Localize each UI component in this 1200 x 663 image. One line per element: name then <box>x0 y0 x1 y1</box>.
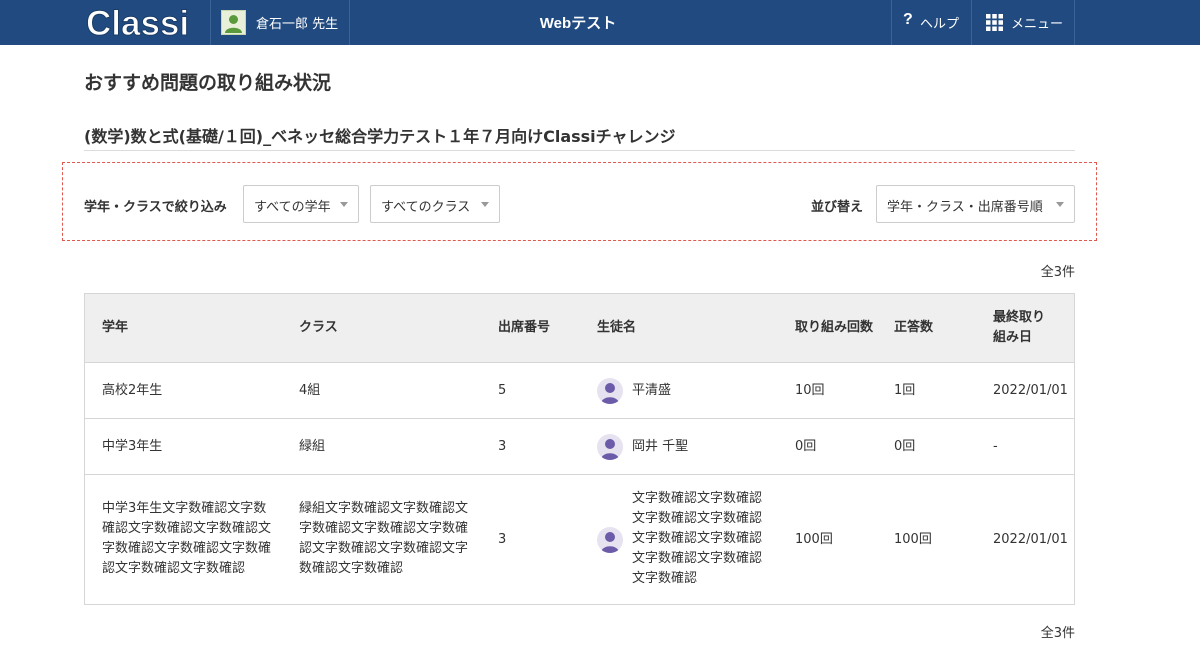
help-button[interactable]: ? ヘルプ <box>891 0 971 45</box>
th-correct: 正答数 <box>894 320 934 335</box>
class-select-value: すべてのクラス <box>381 200 471 215</box>
cell-correct: 1回 <box>894 383 916 398</box>
cell-class: 4組 <box>299 383 321 398</box>
cell-correct: 0回 <box>894 439 916 454</box>
cell-class-line: 字数確認文字数確認文字数確 <box>299 521 469 536</box>
help-label: ヘルプ <box>920 17 960 32</box>
cell-class-line: 数確認文字数確認 <box>299 561 404 576</box>
cell-last-date: 2022/01/01 <box>993 383 1068 398</box>
cell-last-date: - <box>993 439 998 454</box>
cell-grade-line: 中学3年生文字数確認文字数 <box>102 501 267 516</box>
cell-grade-line: 確認文字数確認文字数確認文 <box>102 521 272 536</box>
cell-student-name: 平清盛 <box>632 383 672 398</box>
results-table: 学年 クラス 出席番号 生徒名 取り組み回数 正答数 最終取り 組み日 高校2年… <box>84 293 1075 605</box>
th-grade: 学年 <box>102 320 129 335</box>
grid-icon <box>986 14 1003 31</box>
th-last-date-line2: 組み日 <box>993 330 1033 345</box>
th-number: 出席番号 <box>498 320 551 335</box>
test-title: (数学)数と式(基礎/１回)_ベネッセ総合学力テスト１年７月向けClassiチャ… <box>84 127 676 146</box>
table-header: 学年 クラス 出席番号 生徒名 取り組み回数 正答数 最終取り 組み日 <box>85 294 1074 363</box>
classi-logo[interactable]: Classi <box>84 2 198 43</box>
page-title: おすすめ問題の取り組み状況 <box>84 72 332 94</box>
user-menu[interactable]: 倉石一郎 先生 <box>210 0 350 45</box>
cell-class: 緑組 <box>299 439 326 454</box>
user-avatar-icon <box>221 10 246 35</box>
caret-down-icon <box>1056 202 1064 207</box>
table-row[interactable]: 中学3年生 緑組 3 岡井 千聖 0回 0回 - <box>85 419 1074 475</box>
cell-number: 5 <box>498 383 507 398</box>
table-row[interactable]: 高校2年生 4組 5 平清盛 10回 1回 2022/01/01 <box>85 363 1074 419</box>
sort-select[interactable]: 学年・クラス・出席番号順 <box>876 185 1075 223</box>
app-title: Webテスト <box>539 15 617 32</box>
student-avatar-icon <box>597 434 623 460</box>
caret-down-icon <box>340 202 348 207</box>
cell-class-line: 緑組文字数確認文字数確認文 <box>299 501 469 516</box>
filter-label: 学年・クラスで絞り込み <box>84 200 227 215</box>
cell-attempts: 0回 <box>795 439 817 454</box>
cell-number: 3 <box>498 439 507 454</box>
class-select[interactable]: すべてのクラス <box>370 185 500 223</box>
cell-grade-line: 字数確認文字数確認文字数確 <box>102 541 272 556</box>
cell-student-line: 文字数確認文字数確認 <box>632 531 763 546</box>
cell-student-line: 文字数確認文字数確認 <box>632 551 763 566</box>
cell-correct: 100回 <box>894 532 932 547</box>
cell-grade: 高校2年生 <box>102 383 163 398</box>
grade-select-value: すべての学年 <box>254 200 331 215</box>
sort-label: 並び替え <box>811 200 864 215</box>
menu-button[interactable]: メニュー <box>971 0 1075 45</box>
th-last-date: 最終取り 組み日 <box>993 308 1045 348</box>
menu-label: メニュー <box>1011 17 1064 32</box>
cell-student-name: 岡井 千聖 <box>632 439 689 454</box>
sort-select-value: 学年・クラス・出席番号順 <box>887 200 1043 215</box>
cell-number: 3 <box>498 532 507 547</box>
result-count-bottom: 全3件 <box>1040 626 1075 641</box>
title-divider <box>84 150 1075 151</box>
th-attempts: 取り組み回数 <box>795 320 874 335</box>
app-header: Classi 倉石一郎 先生 Webテスト ? ヘルプ メニュー <box>0 0 1200 45</box>
cell-attempts: 10回 <box>795 383 825 398</box>
cell-student-line: 文字数確認文字数確認 <box>632 491 763 506</box>
caret-down-icon <box>481 202 489 207</box>
question-icon: ? <box>903 11 913 28</box>
cell-student-name: 文字数確認文字数確認 文字数確認文字数確認 文字数確認文字数確認 文字数確認文字… <box>632 489 762 589</box>
logo-text: Classi <box>86 4 189 42</box>
grade-select[interactable]: すべての学年 <box>243 185 359 223</box>
cell-attempts: 100回 <box>795 532 833 547</box>
student-avatar-icon <box>597 527 623 553</box>
result-count-top: 全3件 <box>1040 265 1075 280</box>
user-name: 倉石一郎 先生 <box>256 17 339 32</box>
th-student: 生徒名 <box>597 320 637 335</box>
cell-class-line: 認文字数確認文字数確認文字 <box>299 541 469 556</box>
cell-student-line: 文字数確認文字数確認 <box>632 511 763 526</box>
table-row[interactable]: 中学3年生文字数確認文字数 確認文字数確認文字数確認文 字数確認文字数確認文字数… <box>85 475 1074 604</box>
student-avatar-icon <box>597 378 623 404</box>
cell-last-date: 2022/01/01 <box>993 532 1068 547</box>
cell-grade-line: 認文字数確認文字数確認 <box>102 561 246 576</box>
th-last-date-line1: 最終取り <box>993 310 1046 325</box>
cell-grade: 中学3年生 <box>102 439 163 454</box>
cell-grade: 中学3年生文字数確認文字数 確認文字数確認文字数確認文 字数確認文字数確認文字数… <box>102 499 271 579</box>
th-class: クラス <box>299 320 338 335</box>
cell-class: 緑組文字数確認文字数確認文 字数確認文字数確認文字数確 認文字数確認文字数確認文… <box>299 499 468 579</box>
cell-student-line: 文字数確認 <box>632 571 698 586</box>
